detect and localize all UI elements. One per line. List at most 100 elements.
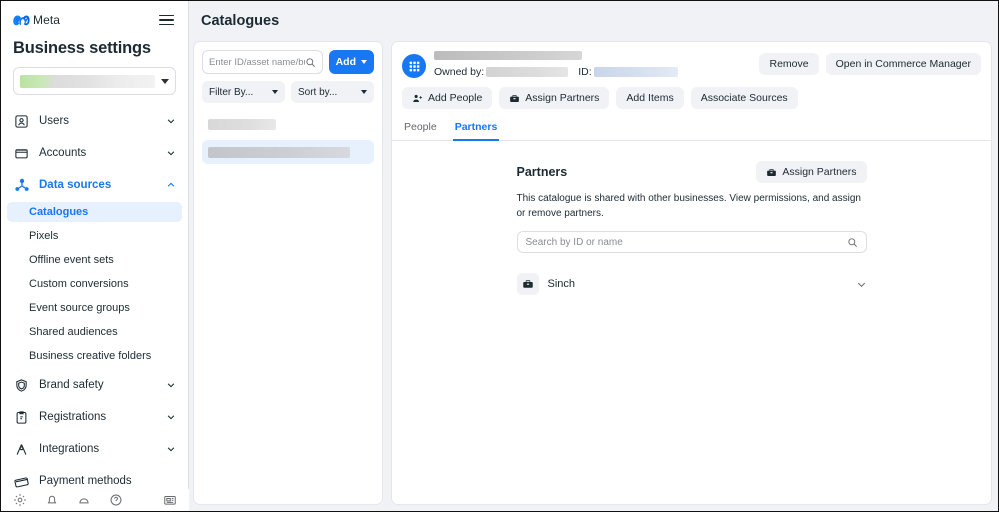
sidebar-subitem-catalogues[interactable]: Catalogues: [7, 202, 182, 222]
partners-panel: Partners Assign Partners This catalog: [392, 141, 991, 504]
asset-owner-line: Owned by: ID:: [434, 66, 759, 78]
catalogue-grid-icon: [402, 54, 426, 78]
list-item[interactable]: [202, 140, 374, 164]
sidebar-item-users[interactable]: Users: [1, 105, 188, 137]
list-item[interactable]: [202, 112, 374, 136]
data-sources-icon: [13, 177, 30, 194]
sidebar-item-brand-safety[interactable]: Brand safety: [1, 369, 188, 401]
panels-row: Add Filter By... Sort by...: [189, 41, 998, 511]
filter-by-label: Filter By...: [209, 87, 272, 98]
chevron-down-icon[interactable]: [856, 279, 867, 290]
associate-sources-label: Associate Sources: [701, 92, 788, 104]
sidebar-item-label: Users: [39, 115, 157, 127]
sidebar-subitem-business-creative-folders[interactable]: Business creative folders: [7, 346, 182, 366]
briefcase-icon: [766, 167, 777, 178]
clipboard-icon: [13, 409, 30, 426]
partners-search-box[interactable]: [517, 231, 867, 253]
owned-by-value-redacted: [486, 67, 568, 77]
sidebar-subitem-custom-conversions[interactable]: Custom conversions: [7, 274, 182, 294]
detail-tabs: People Partners: [392, 118, 991, 141]
sort-by-label: Sort by...: [298, 87, 361, 98]
detail-header: Owned by: ID: Remove Open in Co: [392, 42, 991, 109]
associate-sources-button[interactable]: Associate Sources: [691, 87, 798, 109]
assign-partners-label: Assign Partners: [782, 166, 856, 178]
open-in-commerce-manager-button[interactable]: Open in Commerce Manager: [826, 53, 981, 75]
sidebar-item-data-sources[interactable]: Data sources: [1, 169, 188, 201]
accounts-icon: [13, 145, 30, 162]
partners-search-input[interactable]: [526, 237, 847, 248]
partner-row[interactable]: Sinch: [517, 269, 867, 299]
business-selector[interactable]: [13, 67, 176, 95]
add-people-label: Add People: [428, 92, 482, 104]
sidebar-nav: Users Accounts: [1, 105, 188, 511]
filter-by-dropdown[interactable]: Filter By...: [202, 81, 285, 103]
meta-logo: Meta: [13, 13, 60, 27]
sidebar-header: Meta Business settings: [1, 1, 188, 95]
meta-infinity-icon: [13, 15, 30, 26]
detail-header-top: Owned by: ID: Remove Open in Co: [402, 50, 981, 78]
main-area: Catalogues Add: [189, 1, 998, 511]
search-icon: [305, 57, 316, 68]
add-people-button[interactable]: Add People: [402, 87, 492, 109]
hamburger-menu-icon[interactable]: [157, 13, 176, 28]
asset-name-redacted: [434, 51, 582, 60]
sort-by-dropdown[interactable]: Sort by...: [291, 81, 374, 103]
add-button[interactable]: Add: [329, 50, 374, 74]
list-item-name-redacted: [208, 147, 350, 158]
bell-icon[interactable]: [45, 493, 59, 507]
chevron-down-icon: [272, 90, 278, 94]
add-items-button[interactable]: Add Items: [616, 87, 683, 109]
catalogue-detail-panel: Owned by: ID: Remove Open in Co: [391, 41, 992, 505]
sidebar-subitem-event-source-groups[interactable]: Event source groups: [7, 298, 182, 318]
integrations-icon: [13, 441, 30, 458]
remove-button-label: Remove: [769, 58, 808, 70]
partner-name: Sinch: [548, 278, 856, 290]
detail-header-actions: Remove Open in Commerce Manager: [759, 50, 981, 75]
asset-search-input[interactable]: [209, 57, 305, 68]
sidebar-item-label: Payment methods: [39, 475, 176, 487]
chevron-down-icon: [166, 380, 176, 390]
sidebar-item-integrations[interactable]: Integrations: [1, 433, 188, 465]
partners-description: This catalogue is shared with other busi…: [517, 191, 867, 221]
asset-id-label: ID:: [578, 66, 591, 78]
tab-partners[interactable]: Partners: [453, 118, 500, 141]
gear-icon[interactable]: [13, 493, 27, 507]
help-icon[interactable]: [109, 493, 123, 507]
chevron-down-icon: [166, 116, 176, 126]
remove-button[interactable]: Remove: [759, 53, 818, 75]
assign-partners-button[interactable]: Assign Partners: [756, 161, 866, 183]
asset-search-box[interactable]: [202, 50, 323, 74]
news-icon[interactable]: [163, 493, 177, 507]
brand-row: Meta: [13, 9, 176, 31]
sidebar-subitem-offline-event-sets[interactable]: Offline event sets: [7, 250, 182, 270]
sidebar-item-label: Accounts: [39, 147, 157, 159]
sidebar: Meta Business settings: [1, 1, 189, 511]
data-sources-subitems: Catalogues Pixels Offline event sets Cus…: [1, 202, 188, 366]
sidebar-title: Business settings: [13, 39, 176, 58]
users-icon: [13, 113, 30, 130]
search-icon: [847, 237, 858, 248]
detail-action-buttons: Add People Assign Partners Add Items: [402, 87, 981, 109]
chevron-down-icon: [166, 444, 176, 454]
sidebar-item-registrations[interactable]: Registrations: [1, 401, 188, 433]
circle-icon[interactable]: [77, 493, 91, 507]
list-filter-row: Filter By... Sort by...: [202, 81, 374, 103]
tab-people[interactable]: People: [402, 118, 439, 141]
add-button-label: Add: [336, 56, 356, 68]
sidebar-item-label: Data sources: [39, 179, 157, 191]
sidebar-item-label: Registrations: [39, 411, 157, 423]
assign-partners-button-top[interactable]: Assign Partners: [499, 87, 609, 109]
sidebar-subitem-shared-audiences[interactable]: Shared audiences: [7, 322, 182, 342]
briefcase-icon: [509, 93, 520, 104]
asset-meta: Owned by: ID:: [434, 50, 759, 78]
owned-by-label: Owned by:: [434, 66, 484, 78]
sidebar-item-label: Brand safety: [39, 379, 157, 391]
sidebar-subitem-pixels[interactable]: Pixels: [7, 226, 182, 246]
sidebar-footer-icons: [1, 489, 189, 511]
chevron-down-icon: [161, 79, 169, 84]
add-items-label: Add Items: [626, 92, 673, 104]
sidebar-item-accounts[interactable]: Accounts: [1, 137, 188, 169]
chevron-down-icon: [361, 90, 367, 94]
open-in-commerce-manager-label: Open in Commerce Manager: [836, 58, 971, 70]
chevron-up-icon: [166, 180, 176, 190]
